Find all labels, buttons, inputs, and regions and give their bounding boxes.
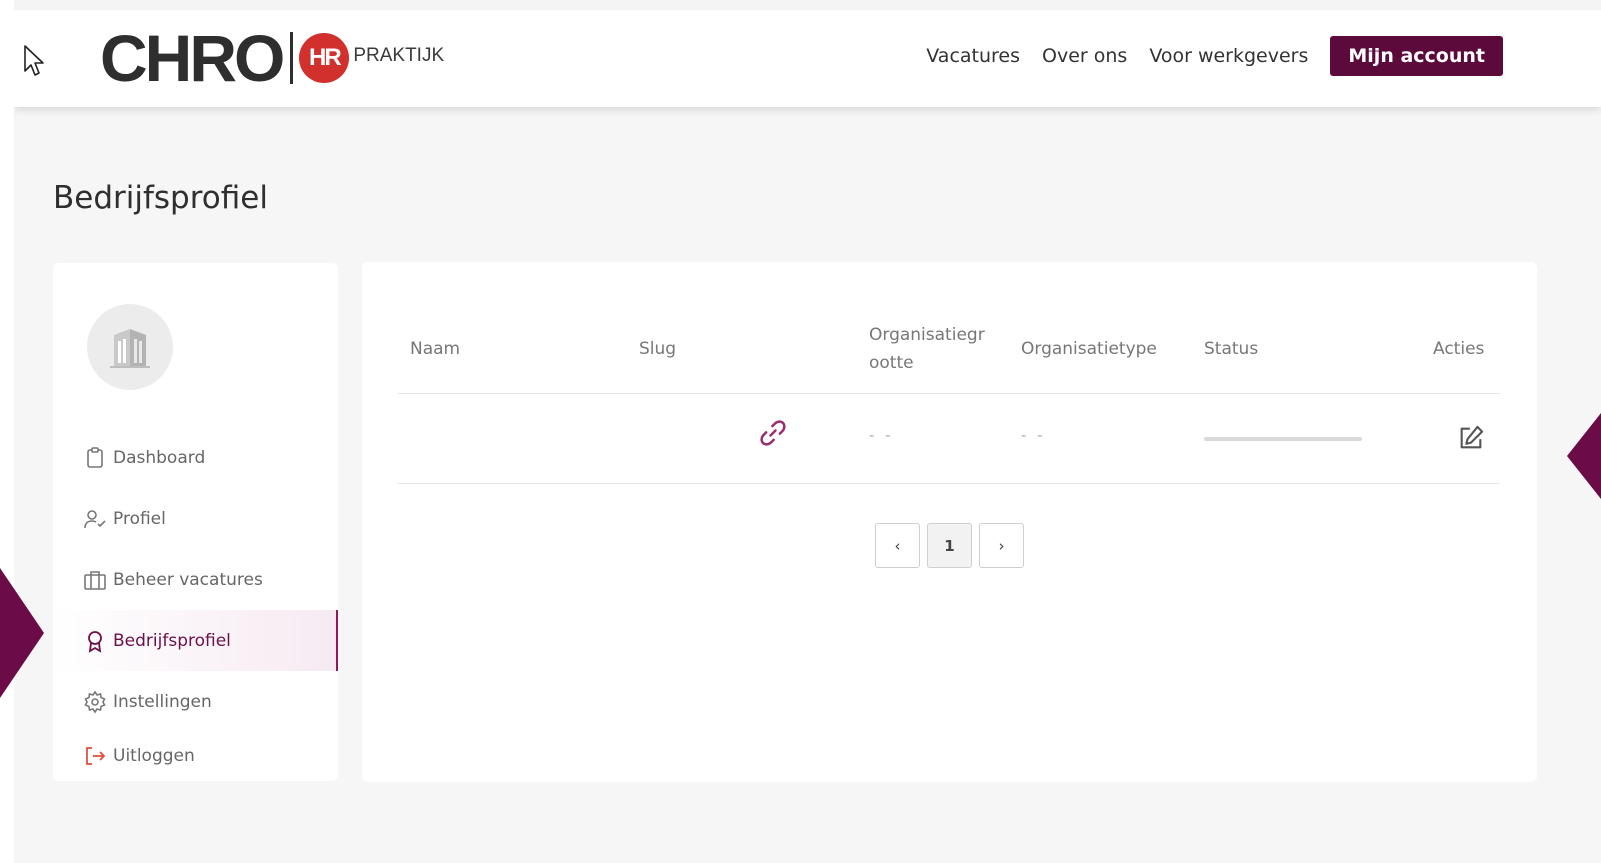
logo-hr-badge: HR [299,33,350,83]
award-icon [88,630,102,653]
nav-voor-werkgevers[interactable]: Voor werkgevers [1149,45,1308,67]
sidebar-item-label: Bedrijfsprofiel [113,630,231,651]
building-icon [110,329,150,368]
pagination-prev-button[interactable]: ‹ [875,523,920,568]
nav-vacatures[interactable]: Vacatures [926,45,1020,67]
sidebar-item-dashboard[interactable]: Dashboard [53,427,338,488]
pagination-next-button[interactable]: › [979,523,1024,568]
briefcase-icon [84,570,106,590]
main-nav: Vacatures Over ons Voor werkgevers Mijn … [926,36,1503,76]
column-header-acties[interactable]: Acties [1433,335,1484,363]
edit-icon[interactable] [1457,424,1485,452]
decorative-arrow-right [1567,413,1601,499]
logo-divider [290,32,294,84]
my-account-button[interactable]: Mijn account [1330,36,1503,76]
table-header-divider [398,393,1500,394]
column-header-naam[interactable]: Naam [410,335,460,363]
gear-icon [84,690,106,713]
column-header-organisatietype[interactable]: Organisatietype [1021,335,1157,363]
nav-over-ons[interactable]: Over ons [1042,45,1127,67]
sidebar-item-bedrijfsprofiel[interactable]: Bedrijfsprofiel [53,610,338,671]
user-check-icon [84,509,106,528]
column-header-status[interactable]: Status [1204,335,1258,363]
pagination: ‹ 1 › [875,523,1024,568]
decorative-arrow-left [0,568,44,698]
sidebar-item-profiel[interactable]: Profiel [53,488,338,549]
table-row-divider [398,483,1500,484]
organisatietype-value: - - [1021,426,1046,444]
column-header-organisatiegrootte-line2[interactable]: ootte [869,349,914,377]
sidebar-item-label: Instellingen [113,691,212,712]
logo-praktijk-text: PRAKTIJK [353,45,445,66]
sidebar-item-label: Profiel [113,508,166,529]
status-placeholder-bar [1204,437,1362,441]
organisatiegrootte-value: - - [869,426,894,444]
sidebar: Dashboard Profiel Beheer vacatures Bedri… [53,263,338,781]
column-header-organisatiegrootte-line1[interactable]: Organisatiegr [869,321,985,349]
sidebar-item-beheer-vacatures[interactable]: Beheer vacatures [53,549,338,610]
mouse-cursor-icon [24,45,44,76]
window-frame-top [0,0,1601,10]
pagination-page-1[interactable]: 1 [927,523,972,568]
logo-chro-text: CHRO [100,21,285,95]
column-header-slug[interactable]: Slug [639,335,676,363]
logout-icon [86,747,106,765]
sidebar-menu: Dashboard Profiel Beheer vacatures Bedri… [53,427,338,780]
sidebar-item-uitloggen[interactable]: Uitloggen [53,732,338,780]
page-title: Bedrijfsprofiel [53,180,268,216]
clipboard-icon [87,446,103,468]
sidebar-item-label: Beheer vacatures [113,569,263,590]
window-frame-left [0,0,14,863]
company-table-panel: Naam Slug Organisatiegr ootte Organisati… [362,262,1537,782]
link-icon[interactable] [758,418,788,448]
sidebar-item-instellingen[interactable]: Instellingen [53,671,338,732]
site-header: CHRO HR PRAKTIJK Vacatures Over ons Voor… [14,10,1601,107]
browser-viewport: CHRO HR PRAKTIJK Vacatures Over ons Voor… [14,10,1601,863]
site-logo[interactable]: CHRO HR PRAKTIJK [100,21,445,95]
sidebar-item-label: Uitloggen [113,746,195,766]
company-avatar[interactable] [87,304,173,390]
sidebar-item-label: Dashboard [113,447,206,468]
